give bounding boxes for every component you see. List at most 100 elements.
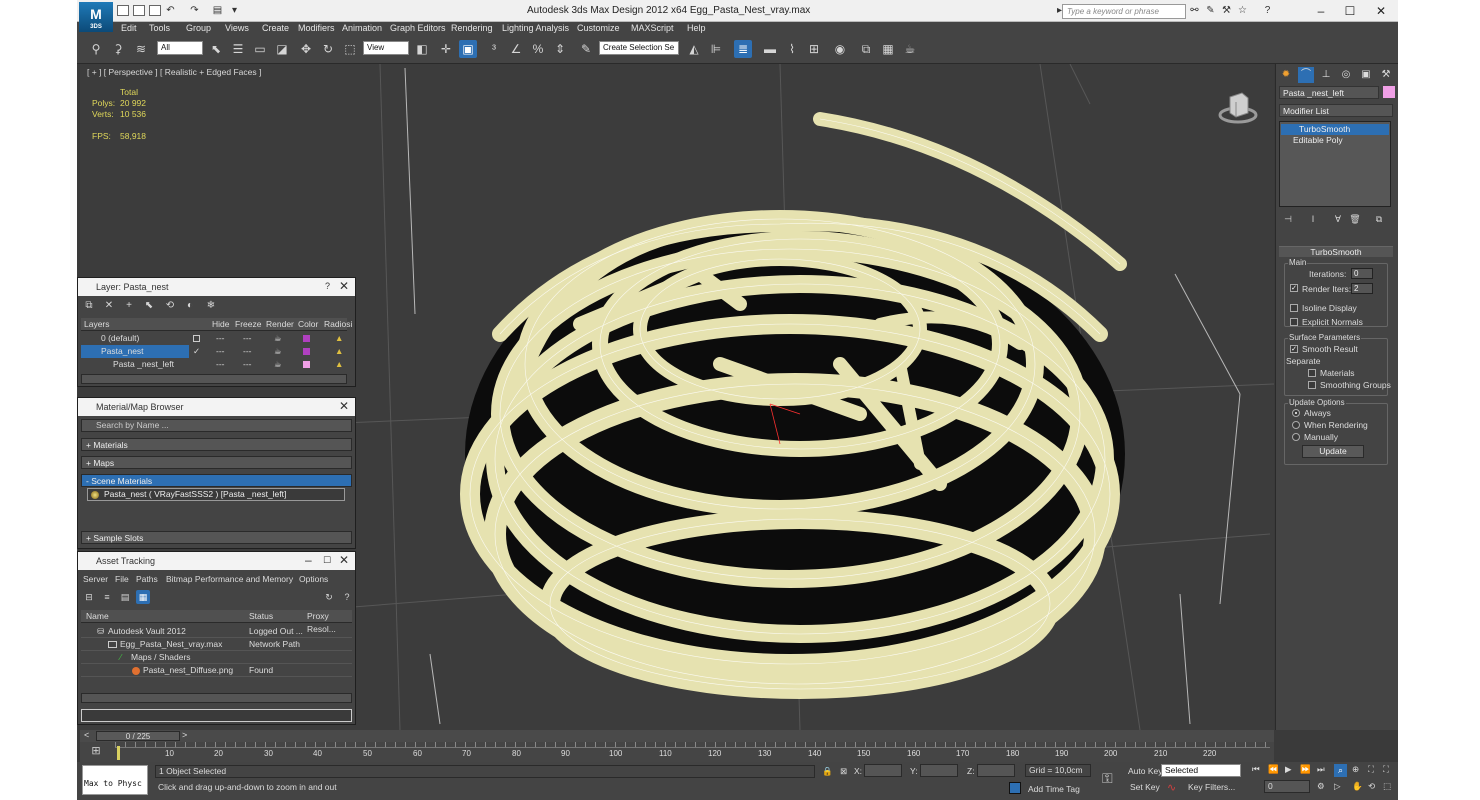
- current-frame-field[interactable]: 0: [1264, 780, 1310, 793]
- asset-refresh-icon[interactable]: ↻: [322, 590, 336, 604]
- rendered-frame-window-icon[interactable]: ▦: [879, 40, 897, 58]
- isoline-display-checkbox[interactable]: [1290, 304, 1298, 312]
- keyboard-shortcut-override-icon[interactable]: ▣: [459, 40, 477, 58]
- layer-row[interactable]: 0 (default) --- --- ☕ ▲: [81, 332, 347, 345]
- asset-view-details-icon[interactable]: ▤: [118, 590, 132, 604]
- menu-tools[interactable]: Tools: [149, 23, 170, 33]
- communication-center-icon[interactable]: ⚒: [1221, 5, 1232, 16]
- time-config-icon[interactable]: ⚙: [1317, 781, 1325, 792]
- hierarchy-tab-icon[interactable]: ⊥: [1318, 67, 1334, 83]
- percent-snap-icon[interactable]: %: [529, 40, 547, 58]
- render-teapot-icon[interactable]: ☕: [274, 358, 282, 371]
- hold-icon[interactable]: ▤: [212, 5, 223, 16]
- track-bar[interactable]: ⊞ 10 20 30 40 50 60 70 80 90 100 110 120…: [80, 742, 1274, 762]
- radiosity-icon[interactable]: ▲: [335, 332, 343, 345]
- stack-item-editable-poly[interactable]: Editable Poly: [1281, 135, 1389, 146]
- time-tag-icon[interactable]: [1009, 782, 1021, 794]
- render-production-icon[interactable]: ☕: [901, 40, 919, 58]
- angle-snap-icon[interactable]: ∠: [507, 40, 525, 58]
- update-button[interactable]: Update: [1302, 445, 1364, 458]
- favorites-star-icon[interactable]: ☆: [1237, 5, 1248, 16]
- layer-horizontal-scrollbar[interactable]: [81, 374, 347, 384]
- separate-materials-checkbox[interactable]: [1308, 369, 1316, 377]
- maps-section[interactable]: + Maps: [81, 456, 352, 469]
- named-selection-select[interactable]: Create Selection Se: [599, 41, 679, 55]
- selection-lock-icon[interactable]: 🔒: [822, 766, 833, 777]
- menu-create[interactable]: Create: [262, 23, 289, 33]
- move-icon[interactable]: ✥: [297, 40, 315, 58]
- add-time-tag[interactable]: Add Time Tag: [1028, 784, 1080, 794]
- maximize-viewport-icon[interactable]: ⬚: [1383, 781, 1391, 792]
- modifier-list-dropdown[interactable]: Modifier List: [1279, 104, 1393, 117]
- unlink-icon[interactable]: ⚳: [109, 40, 127, 58]
- menu-animation[interactable]: Animation: [342, 23, 382, 33]
- time-prev-icon[interactable]: <: [84, 730, 89, 740]
- separate-smoothing-groups-checkbox[interactable]: [1308, 381, 1316, 389]
- previous-frame-icon[interactable]: ⏪: [1268, 764, 1279, 775]
- open-file-icon[interactable]: [133, 5, 145, 16]
- app-logo-button[interactable]: M 3DS: [79, 2, 113, 32]
- viewport-label[interactable]: [ + ] [ Perspective ] [ Realistic + Edge…: [87, 67, 261, 77]
- show-end-result-icon[interactable]: I: [1306, 212, 1320, 226]
- add-to-layer-icon[interactable]: +: [121, 298, 137, 314]
- redo-icon[interactable]: ↷: [189, 5, 200, 16]
- time-slider[interactable]: < 0 / 225 >: [80, 730, 1274, 742]
- menu-views[interactable]: Views: [225, 23, 249, 33]
- scene-materials-section[interactable]: - Scene Materials: [81, 474, 352, 487]
- material-browser-close-icon[interactable]: ✕: [339, 400, 349, 412]
- go-to-end-icon[interactable]: ⏭: [1317, 764, 1325, 775]
- render-teapot-icon[interactable]: ☕: [274, 345, 282, 358]
- layer-row[interactable]: Pasta _nest_left --- --- ☕ ▲: [81, 358, 347, 371]
- modify-tab-icon[interactable]: ⌒: [1298, 67, 1314, 83]
- select-in-layer-icon[interactable]: ⬉: [141, 298, 157, 314]
- asset-row[interactable]: Egg_Pasta_Nest_vray.max Network Path: [81, 638, 352, 651]
- rectangular-selection-icon[interactable]: ▭: [251, 40, 269, 58]
- active-layer-box[interactable]: [193, 335, 200, 342]
- render-setup-icon[interactable]: ⧉: [857, 40, 875, 58]
- mini-curve-editor-icon[interactable]: ⊞: [82, 744, 110, 760]
- key-filters-button[interactable]: Key Filters...: [1188, 782, 1235, 792]
- edit-named-selection-icon[interactable]: ✎: [577, 40, 595, 58]
- menu-graph-editors[interactable]: Graph Editors: [390, 23, 446, 33]
- menu-modifiers[interactable]: Modifiers: [298, 23, 335, 33]
- snap-3d-icon[interactable]: ³: [485, 40, 503, 58]
- play-icon[interactable]: ▶: [1285, 764, 1292, 775]
- search-input[interactable]: Type a keyword or phrase: [1062, 4, 1186, 19]
- asset-menu-bitmap-performance[interactable]: Bitmap Performance and Memory: [166, 574, 293, 584]
- create-tab-icon[interactable]: ✹: [1278, 67, 1294, 83]
- explicit-normals-checkbox[interactable]: [1290, 318, 1298, 326]
- time-next-icon[interactable]: >: [182, 730, 187, 740]
- radiosity-icon[interactable]: ▲: [335, 345, 343, 358]
- z-coord-field[interactable]: [977, 764, 1015, 777]
- zoom-viewport-icon[interactable]: ⌕: [1334, 764, 1347, 777]
- select-and-link-icon[interactable]: ⚲: [87, 40, 105, 58]
- menu-help[interactable]: Help: [687, 23, 706, 33]
- asset-view-table-icon[interactable]: ▦: [136, 590, 150, 604]
- freeze-all-layers-icon[interactable]: ❄: [203, 298, 219, 314]
- close-button[interactable]: ✕: [1367, 2, 1395, 20]
- new-layer-icon[interactable]: ⧉: [81, 298, 97, 314]
- orbit-icon[interactable]: ⟲: [1368, 781, 1375, 792]
- schematic-view-icon[interactable]: ⊞: [805, 40, 823, 58]
- asset-menu-server[interactable]: Server: [83, 574, 108, 584]
- minimize-button[interactable]: –: [1307, 2, 1335, 20]
- transform-mode-icon[interactable]: ⊠: [840, 766, 847, 777]
- viewcube-icon[interactable]: [1218, 89, 1258, 125]
- active-layer-check-icon[interactable]: ✓: [193, 345, 200, 358]
- configure-sets-icon[interactable]: ⧉: [1372, 212, 1386, 226]
- col-status[interactable]: Status: [249, 610, 273, 623]
- new-file-icon[interactable]: [117, 5, 129, 16]
- go-to-start-icon[interactable]: ⏮: [1252, 764, 1260, 775]
- layer-panel-help-icon[interactable]: ?: [325, 280, 335, 292]
- highlight-layer-icon[interactable]: ⟲: [162, 298, 178, 314]
- select-object-icon[interactable]: ⬉: [207, 40, 225, 58]
- reference-coordinate-select[interactable]: View: [363, 41, 409, 55]
- display-tab-icon[interactable]: ▣: [1358, 67, 1374, 83]
- curve-editor-icon[interactable]: ⌇: [783, 40, 801, 58]
- save-file-icon[interactable]: [149, 5, 161, 16]
- set-key-button[interactable]: Set Key: [1130, 782, 1160, 792]
- x-coord-field[interactable]: [864, 764, 902, 777]
- asset-menu-paths[interactable]: Paths: [136, 574, 158, 584]
- asset-horizontal-scrollbar[interactable]: [81, 693, 352, 703]
- utilities-tab-icon[interactable]: ⚒: [1378, 67, 1394, 83]
